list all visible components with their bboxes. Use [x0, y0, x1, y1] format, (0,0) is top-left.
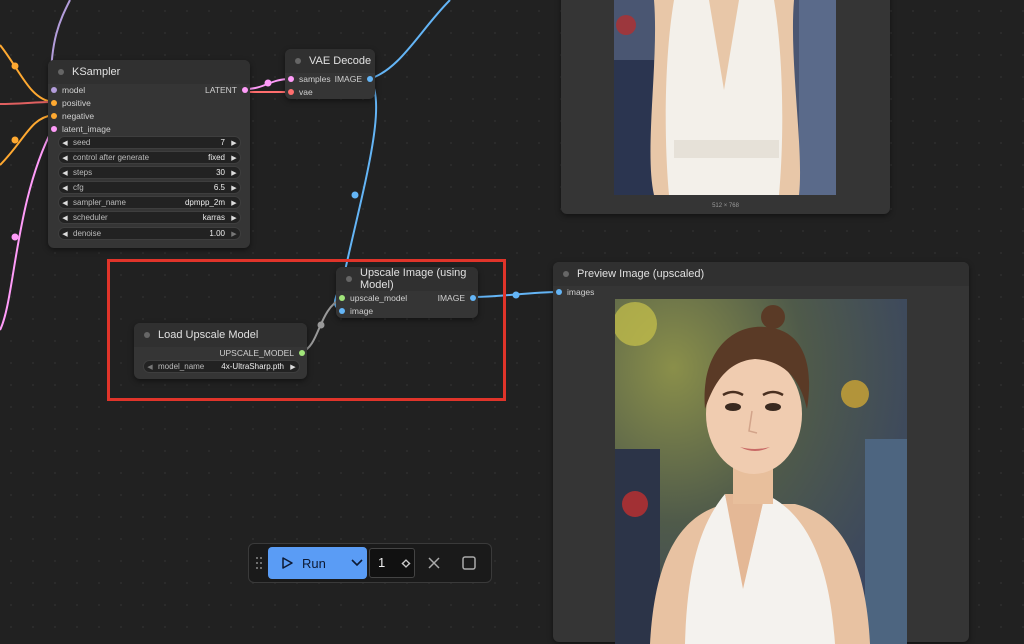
increment-arrow-icon[interactable]: ▶	[228, 139, 240, 147]
increment-arrow-icon[interactable]: ▶	[228, 199, 240, 207]
wire-positive	[0, 44, 54, 103]
wire-latent-image	[0, 127, 54, 331]
input-slot-images[interactable]: images	[556, 286, 594, 298]
input-slot-latent-image[interactable]: latent_image	[51, 123, 111, 135]
preview-image-upscaled-node[interactable]: Preview Image (upscaled) images	[553, 262, 969, 644]
decrement-arrow-icon[interactable]: ◀	[59, 230, 71, 238]
widget-control-after-generate[interactable]: ◀ control after generate fixed ▶	[58, 151, 241, 164]
square-icon	[461, 556, 477, 575]
preview-upscaled-title[interactable]: Preview Image (upscaled)	[553, 262, 969, 286]
increment-arrow-icon[interactable]: ▶	[228, 230, 240, 238]
close-icon	[426, 557, 442, 575]
input-slot-positive[interactable]: positive	[51, 97, 91, 109]
reroute-dot	[512, 291, 520, 299]
queue-toolbar: Run 1	[248, 543, 492, 583]
highlight-annotation-box	[107, 259, 506, 401]
reroute-dot	[11, 62, 19, 70]
increment-arrow-icon[interactable]: ▶	[228, 214, 240, 222]
widget-cfg[interactable]: ◀ cfg 6.5 ▶	[58, 181, 241, 194]
chevron-down-icon	[351, 554, 363, 572]
widget-sampler-name[interactable]: ◀ sampler_name dpmpp_2m ▶	[58, 196, 241, 209]
play-icon	[280, 556, 294, 570]
wire-image-up	[368, 0, 451, 80]
ksampler-title[interactable]: KSampler	[48, 60, 250, 84]
slot-dot-icon[interactable]	[51, 126, 57, 132]
reroute-dot	[11, 233, 19, 241]
preview-image-node-top[interactable]: 512 × 768	[561, 0, 890, 214]
decrement-arrow-icon[interactable]: ◀	[59, 169, 71, 177]
preview-image-top	[614, 0, 836, 195]
wire-latent	[244, 78, 291, 90]
portrait-illustration-upscaled	[615, 299, 907, 644]
slot-dot-icon[interactable]	[242, 87, 248, 93]
decrement-arrow-icon[interactable]: ◀	[59, 184, 71, 192]
slot-dot-icon[interactable]	[288, 89, 294, 95]
ksampler-node[interactable]: KSampler model positive negative latent_…	[48, 60, 250, 248]
image-size-caption: 512 × 768	[712, 203, 739, 209]
decrement-arrow-icon[interactable]: ◀	[59, 199, 71, 207]
wire-vae-left	[0, 101, 54, 105]
input-slot-model[interactable]: model	[51, 84, 85, 96]
clear-queue-button[interactable]	[461, 555, 477, 571]
run-button[interactable]: Run	[268, 547, 347, 579]
vae-decode-node[interactable]: VAE Decode samples vae IMAGE	[285, 49, 375, 99]
decrement-arrow-icon[interactable]: ◀	[59, 139, 71, 147]
slot-dot-icon[interactable]	[51, 87, 57, 93]
increment-arrow-icon[interactable]: ▶	[228, 184, 240, 192]
portrait-illustration-top	[614, 0, 836, 195]
wire-negative	[0, 114, 54, 166]
input-slot-negative[interactable]: negative	[51, 110, 94, 122]
increment-arrow-icon[interactable]: ▶	[228, 169, 240, 177]
input-slot-vae[interactable]: vae	[288, 86, 313, 98]
slot-dot-icon[interactable]	[556, 289, 562, 295]
reroute-dot	[264, 79, 272, 87]
vae-decode-title[interactable]: VAE Decode	[285, 49, 375, 73]
widget-steps[interactable]: ◀ steps 30 ▶	[58, 166, 241, 179]
batch-count-input[interactable]: 1	[369, 548, 415, 578]
slot-dot-icon[interactable]	[367, 76, 373, 82]
run-options-dropdown[interactable]	[347, 547, 367, 579]
widget-denoise[interactable]: ◀ denoise 1.00 ▶	[58, 227, 241, 240]
input-slot-samples[interactable]: samples	[288, 73, 331, 85]
preview-image-upscaled	[615, 299, 907, 644]
decrement-arrow-icon[interactable]: ◀	[59, 154, 71, 162]
slot-dot-icon[interactable]	[51, 113, 57, 119]
collapse-dot-icon[interactable]	[58, 69, 64, 75]
decrement-icon[interactable]	[401, 556, 411, 574]
decrement-arrow-icon[interactable]: ◀	[59, 214, 71, 222]
reroute-dot	[351, 191, 359, 199]
widget-seed[interactable]: ◀ seed 7 ▶	[58, 136, 241, 149]
reroute-dot	[11, 136, 19, 144]
slot-dot-icon[interactable]	[51, 100, 57, 106]
slot-dot-icon[interactable]	[288, 76, 294, 82]
increment-arrow-icon[interactable]: ▶	[228, 154, 240, 162]
collapse-dot-icon[interactable]	[563, 271, 569, 277]
output-slot-image[interactable]: IMAGE	[335, 73, 373, 85]
output-slot-latent[interactable]: LATENT	[205, 84, 248, 96]
cancel-button[interactable]	[426, 555, 442, 571]
drag-handle-icon[interactable]	[255, 556, 263, 570]
widget-scheduler[interactable]: ◀ scheduler karras ▶	[58, 211, 241, 224]
collapse-dot-icon[interactable]	[295, 58, 301, 64]
